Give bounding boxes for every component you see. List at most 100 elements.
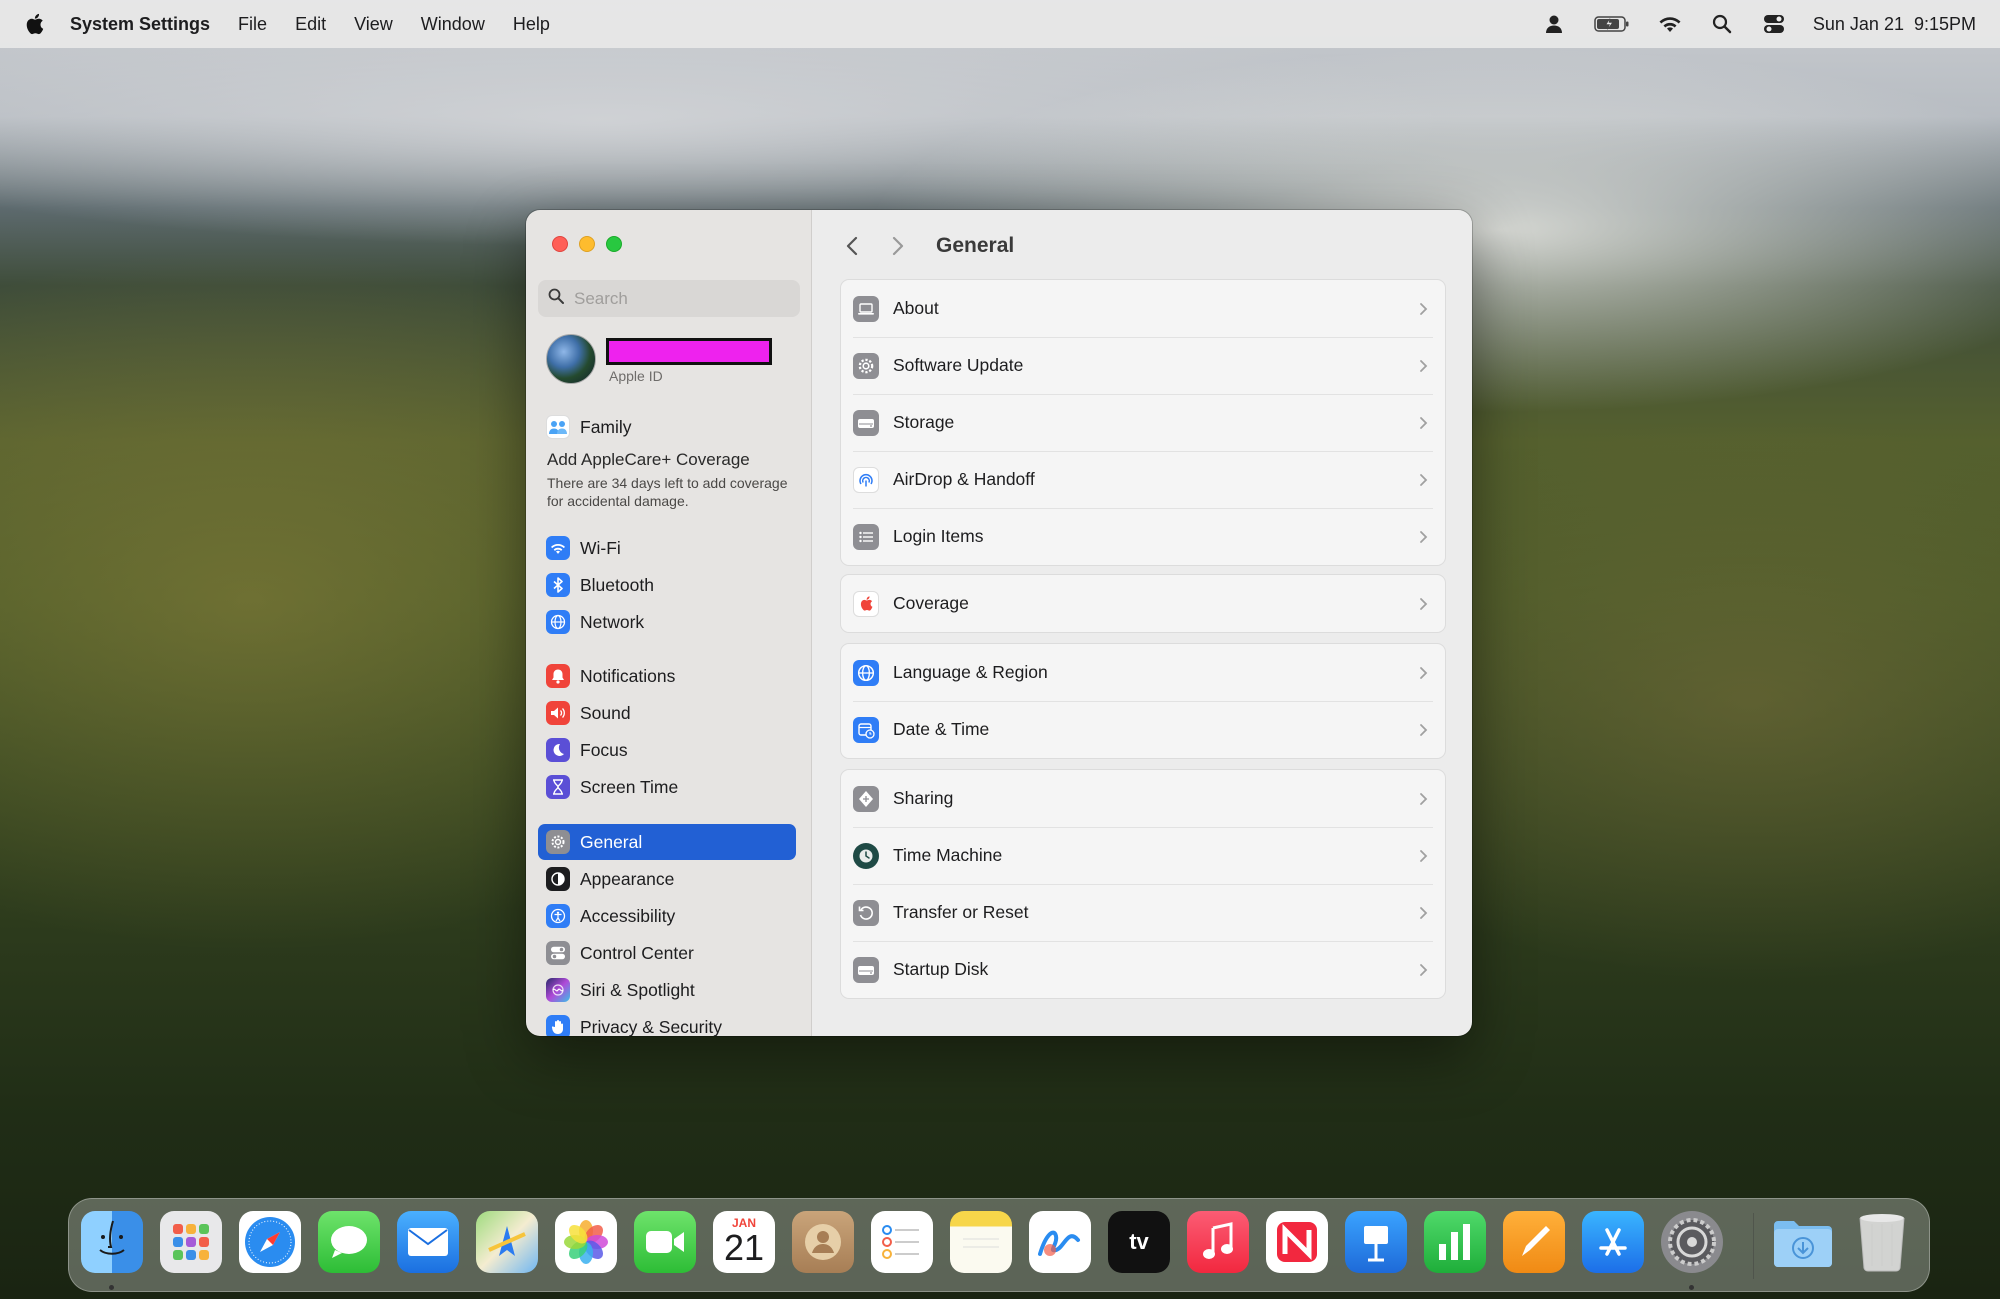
sidebar-item-family[interactable]: Family	[538, 409, 796, 445]
drive-icon	[853, 409, 879, 436]
row-time-machine[interactable]: Time Machine	[841, 827, 1445, 884]
dock-keynote-icon[interactable]	[1345, 1211, 1407, 1273]
sidebar-item-bluetooth[interactable]: Bluetooth	[538, 567, 796, 603]
forward-button[interactable]	[884, 232, 912, 260]
chevron-right-icon	[1419, 530, 1433, 544]
chevron-right-icon	[1419, 906, 1433, 920]
sidebar-item-general[interactable]: General	[538, 824, 796, 860]
sidebar-item-control-center[interactable]: Control Center	[538, 935, 796, 971]
calendar-day: 21	[723, 1227, 765, 1268]
chevron-right-icon	[1419, 416, 1433, 430]
dock-maps-icon[interactable]	[476, 1211, 538, 1273]
apple-id-caption: Apple ID	[609, 368, 663, 384]
row-transfer-reset[interactable]: Transfer or Reset	[841, 884, 1445, 941]
siri-icon	[546, 978, 570, 1002]
chevron-right-icon	[1419, 359, 1433, 373]
control-center-status-icon[interactable]	[1761, 13, 1787, 35]
dock-photos-icon[interactable]	[555, 1211, 617, 1273]
menu-help[interactable]: Help	[513, 14, 550, 35]
sidebar-search[interactable]	[538, 280, 800, 317]
hand-icon	[546, 1015, 570, 1036]
minimize-window-button[interactable]	[579, 236, 595, 252]
sidebar-item-privacy-security[interactable]: Privacy & Security	[538, 1009, 796, 1036]
dock-numbers-icon[interactable]	[1424, 1211, 1486, 1273]
zoom-window-button[interactable]	[606, 236, 622, 252]
dock-trash-icon[interactable]	[1851, 1211, 1913, 1273]
row-label: Transfer or Reset	[893, 902, 1029, 922]
menu-file[interactable]: File	[238, 14, 267, 35]
dock-reminders-icon[interactable]	[871, 1211, 933, 1273]
dock-calendar-icon[interactable]: JAN 21	[713, 1211, 775, 1273]
app-name[interactable]: System Settings	[70, 14, 210, 35]
row-label: Startup Disk	[893, 959, 989, 979]
dock-launchpad-icon[interactable]	[160, 1211, 222, 1273]
dock-notes-icon[interactable]	[950, 1211, 1012, 1273]
wifi-status-icon[interactable]	[1657, 13, 1683, 35]
row-startup-disk[interactable]: Startup Disk	[841, 941, 1445, 998]
search-icon	[548, 288, 564, 309]
row-date-time[interactable]: Date & Time	[841, 701, 1445, 758]
dock-safari-icon[interactable]	[239, 1211, 301, 1273]
row-login-items[interactable]: Login Items	[841, 508, 1445, 565]
settings-group-locale: Language & Region Date & Time	[840, 643, 1446, 759]
dock-mail-icon[interactable]	[397, 1211, 459, 1273]
menu-edit[interactable]: Edit	[295, 14, 326, 35]
dock-separator	[1753, 1213, 1754, 1279]
apple-id-row[interactable]: Apple ID	[546, 334, 772, 384]
sharing-icon	[853, 785, 879, 812]
dock-contacts-icon[interactable]	[792, 1211, 854, 1273]
applecare-description: There are 34 days left to add coverage f…	[547, 475, 788, 509]
menu-view[interactable]: View	[354, 14, 393, 35]
dock-downloads-folder-icon[interactable]	[1772, 1211, 1834, 1273]
dock-facetime-icon[interactable]	[634, 1211, 696, 1273]
dock-freeform-icon[interactable]	[1029, 1211, 1091, 1273]
back-button[interactable]	[838, 232, 866, 260]
row-coverage[interactable]: Coverage	[841, 575, 1445, 632]
applecare-promo[interactable]: Add AppleCare+ Coverage There are 34 day…	[547, 450, 797, 510]
sidebar-item-accessibility[interactable]: Accessibility	[538, 898, 796, 934]
menu-clock[interactable]: Sun Jan 21 9:15PM	[1813, 14, 1976, 35]
dock-tv-icon[interactable]: tv	[1108, 1211, 1170, 1273]
close-window-button[interactable]	[552, 236, 568, 252]
dock: JAN 21 tv	[68, 1198, 1930, 1292]
battery-icon[interactable]	[1593, 13, 1631, 35]
sidebar-item-network[interactable]: Network	[538, 604, 796, 640]
row-label: Date & Time	[893, 719, 990, 739]
row-airdrop-handoff[interactable]: AirDrop & Handoff	[841, 451, 1445, 508]
search-input[interactable]	[574, 288, 774, 309]
sidebar-item-label: Wi-Fi	[580, 537, 621, 558]
sidebar-item-wifi[interactable]: Wi-Fi	[538, 530, 796, 566]
row-language-region[interactable]: Language & Region	[841, 644, 1445, 701]
row-sharing[interactable]: Sharing	[841, 770, 1445, 827]
chevron-right-icon	[1419, 473, 1433, 487]
row-software-update[interactable]: Software Update	[841, 337, 1445, 394]
sidebar-item-label: Family	[580, 416, 632, 437]
sidebar-item-siri-spotlight[interactable]: Siri & Spotlight	[538, 972, 796, 1008]
dock-messages-icon[interactable]	[318, 1211, 380, 1273]
sidebar-item-sound[interactable]: Sound	[538, 695, 796, 731]
dock-pages-icon[interactable]	[1503, 1211, 1565, 1273]
sidebar-item-appearance[interactable]: Appearance	[538, 861, 796, 897]
sidebar-item-notifications[interactable]: Notifications	[538, 658, 796, 694]
dock-finder-icon[interactable]	[81, 1211, 143, 1273]
menu-window[interactable]: Window	[421, 14, 485, 35]
row-label: Sharing	[893, 788, 954, 808]
row-label: Storage	[893, 412, 955, 432]
apple-menu-icon[interactable]	[24, 11, 46, 37]
dock-music-icon[interactable]	[1187, 1211, 1249, 1273]
row-about[interactable]: About	[841, 280, 1445, 337]
accessibility-icon	[546, 904, 570, 928]
user-icon[interactable]	[1541, 13, 1567, 35]
chevron-right-icon	[1419, 302, 1433, 316]
running-indicator	[1689, 1285, 1694, 1290]
dock-system-settings-icon[interactable]	[1661, 1211, 1723, 1273]
dock-news-icon[interactable]	[1266, 1211, 1328, 1273]
page-title: General	[936, 234, 1015, 257]
sidebar-item-focus[interactable]: Focus	[538, 732, 796, 768]
spotlight-search-icon[interactable]	[1709, 13, 1735, 35]
row-storage[interactable]: Storage	[841, 394, 1445, 451]
row-label: Coverage	[893, 593, 969, 613]
sidebar-item-screen-time[interactable]: Screen Time	[538, 769, 796, 805]
dock-app-store-icon[interactable]	[1582, 1211, 1644, 1273]
airdrop-icon	[853, 466, 879, 493]
